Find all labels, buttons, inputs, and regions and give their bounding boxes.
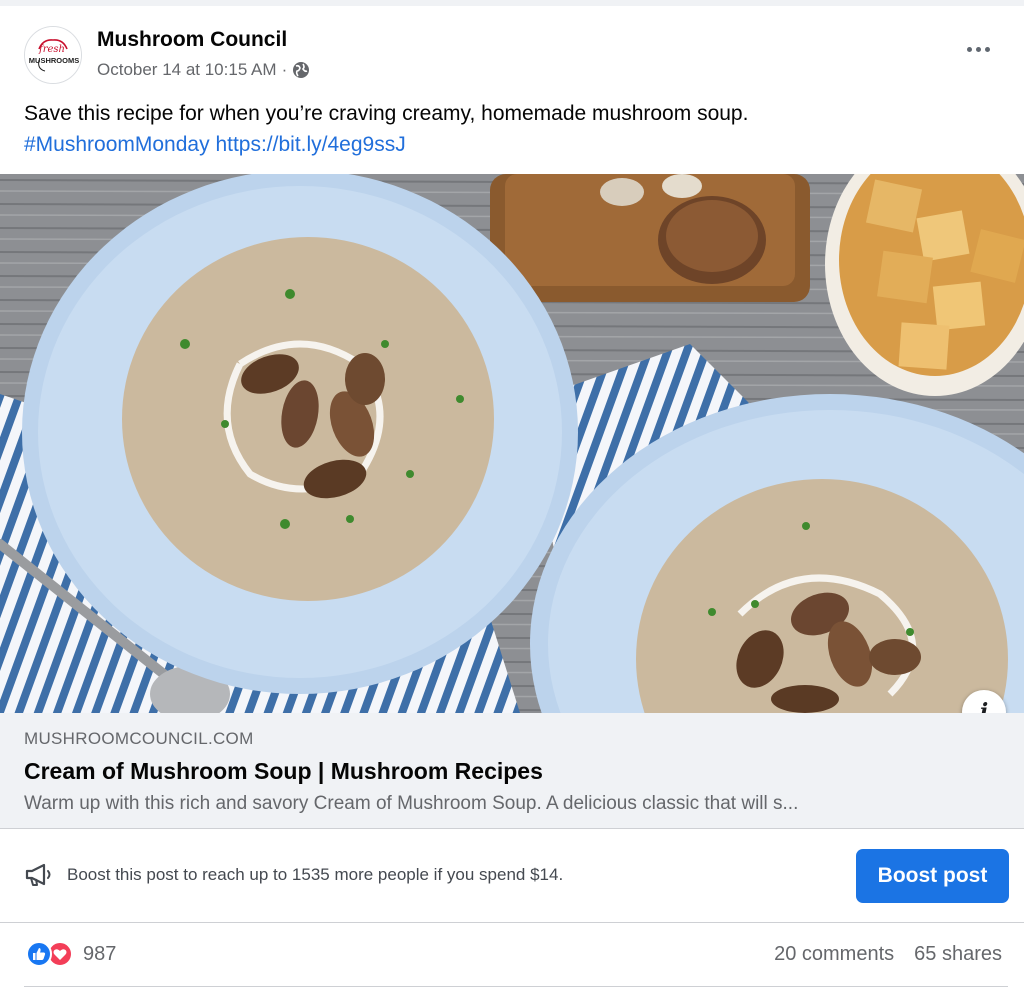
post-header: fresh MUSHROOMS Mushroom Council October… <box>0 6 1024 96</box>
comments-count-link[interactable]: 20 comments <box>774 943 894 966</box>
logo-text-mushrooms: MUSHROOMS <box>29 56 79 65</box>
page-name[interactable]: Mushroom Council <box>97 28 287 52</box>
link-domain: MUSHROOMCOUNCIL.COM <box>24 729 254 748</box>
engagement-stats: 987 20 comments 65 shares <box>0 923 1024 987</box>
page-avatar[interactable]: fresh MUSHROOMS <box>24 26 82 84</box>
post-message: Save this recipe for when you’re craving… <box>24 102 749 125</box>
link-title[interactable]: Cream of Mushroom Soup | Mushroom Recipe… <box>24 758 543 785</box>
boost-description: Boost this post to reach up to 1535 more… <box>67 865 564 884</box>
reaction-count: 987 <box>83 942 117 965</box>
more-dot-icon <box>966 46 972 52</box>
boost-post-button[interactable]: Boost post <box>856 849 1009 903</box>
soup-photo <box>0 174 1024 713</box>
post-meta: October 14 at 10:15 AM · <box>97 60 310 80</box>
meta-separator: · <box>281 60 288 79</box>
reactions-summary[interactable]: 987 <box>26 941 116 967</box>
post-timestamp[interactable]: October 14 at 10:15 AM <box>97 60 277 80</box>
like-icon <box>26 941 52 967</box>
fresh-mushrooms-logo: fresh MUSHROOMS <box>25 27 81 83</box>
shares-count-link[interactable]: 65 shares <box>914 943 1002 966</box>
logo-text-fresh: fresh <box>38 44 65 55</box>
boost-bar: Boost this post to reach up to 1535 more… <box>0 829 1024 923</box>
more-dot-icon <box>984 46 990 52</box>
divider <box>24 986 1008 987</box>
post-image[interactable] <box>0 174 1024 713</box>
globe-icon[interactable] <box>292 61 310 79</box>
more-dot-icon <box>975 46 981 52</box>
post-text: Save this recipe for when you’re craving… <box>24 98 994 160</box>
url-link[interactable]: https://bit.ly/4eg9ssJ <box>215 133 405 156</box>
link-description: Warm up with this rich and savory Cream … <box>24 793 799 814</box>
hashtag-link[interactable]: #MushroomMonday <box>24 133 210 156</box>
megaphone-icon <box>24 862 54 888</box>
more-options-button[interactable] <box>958 36 998 62</box>
comment-share-counts: 20 comments 65 shares <box>774 943 1002 966</box>
link-preview-card[interactable]: MUSHROOMCOUNCIL.COM Cream of Mushroom So… <box>0 713 1024 829</box>
